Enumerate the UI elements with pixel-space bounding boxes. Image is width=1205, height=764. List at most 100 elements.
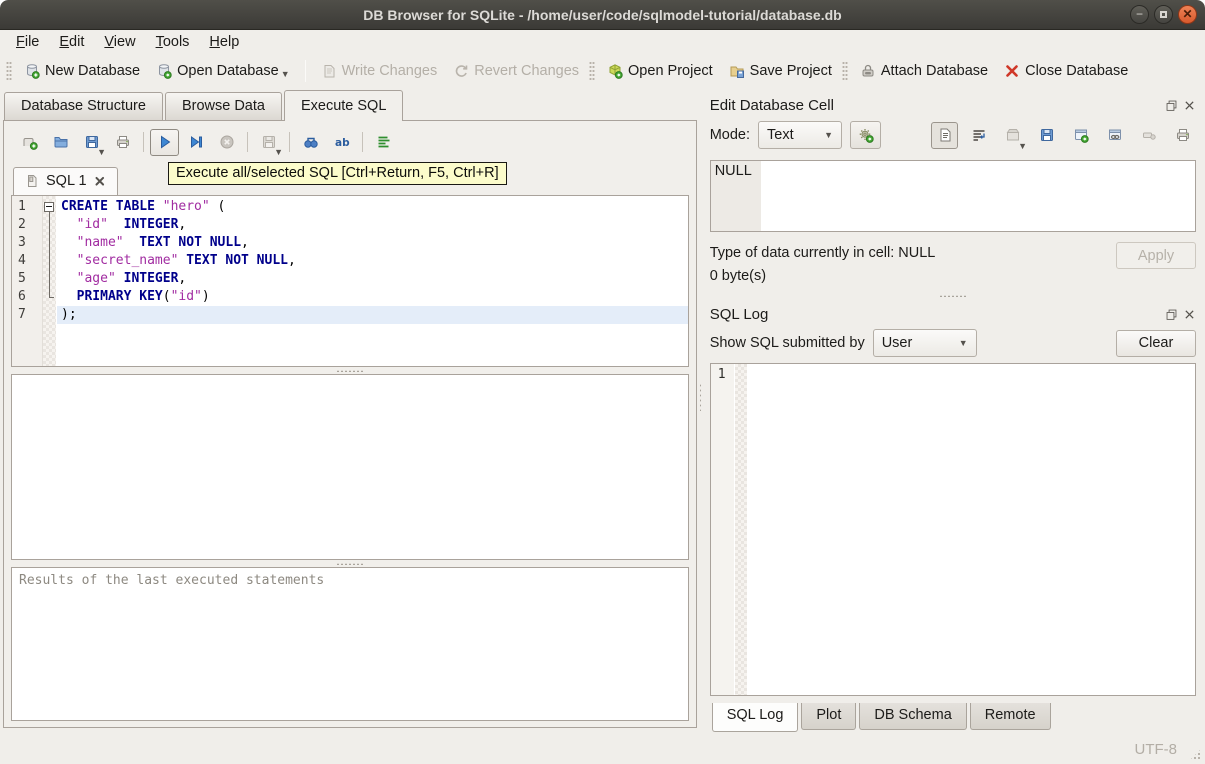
toolbar-grip — [6, 61, 12, 81]
save-results-button: ▼ — [254, 129, 283, 157]
mode-select[interactable]: Text ▼ — [758, 121, 842, 149]
dock-tab-sql-log[interactable]: SQL Log — [711, 703, 799, 732]
open-url-button[interactable] — [1101, 122, 1128, 149]
toolbar-button-label: Revert Changes — [474, 63, 580, 79]
chevron-down-icon: ▼ — [97, 146, 106, 157]
splitter-handle[interactable] — [11, 560, 689, 567]
log-filter-value: User — [881, 335, 913, 351]
results-grid-area — [11, 374, 689, 560]
line-number: 2 — [18, 217, 26, 232]
format-sql-button[interactable] — [369, 129, 398, 156]
cell-editor[interactable]: NULL — [709, 160, 1196, 232]
project-open-icon — [607, 63, 623, 79]
dock-tab-plot[interactable]: Plot — [801, 703, 857, 730]
open-sql-file-button[interactable] — [46, 129, 75, 156]
apply-button[interactable]: Apply — [1116, 242, 1196, 269]
save-project-button[interactable]: Save Project — [721, 59, 840, 83]
print-icon — [115, 134, 131, 150]
code-text[interactable]: "id" INTEGER, — [57, 216, 688, 234]
resize-grip[interactable] — [1189, 748, 1202, 761]
code-text[interactable]: PRIMARY KEY("id") — [57, 288, 688, 306]
dock-splitter[interactable] — [710, 292, 1196, 299]
edit-cell-dock-header: Edit Database Cell — [710, 94, 1196, 116]
code-text[interactable]: "age" INTEGER, — [57, 270, 688, 288]
tab-execute-sql[interactable]: Execute SQL — [283, 90, 404, 121]
sql-log-view[interactable]: 1 — [709, 363, 1196, 696]
log-filter-label: Show SQL submitted by — [709, 335, 865, 351]
code-text[interactable]: "name" TEXT NOT NULL, — [57, 234, 688, 252]
word-wrap-button[interactable] — [965, 122, 992, 149]
doc-text-icon — [937, 127, 953, 143]
export-data-button[interactable] — [1033, 122, 1060, 149]
close-dock-icon[interactable] — [1183, 308, 1196, 321]
print-cell-button[interactable] — [1169, 122, 1196, 149]
fold-margin — [42, 216, 57, 234]
menu-help[interactable]: Help — [199, 32, 249, 52]
sql-toolbar: ▼ ▼ ab — [11, 127, 689, 163]
auto-completion-button[interactable]: ab — [327, 129, 356, 156]
print-icon — [1175, 127, 1191, 143]
dock-tab-remote[interactable]: Remote — [969, 703, 1051, 730]
print-sql-button[interactable] — [108, 129, 137, 156]
fold-margin — [42, 270, 57, 288]
toolbar-separator — [143, 132, 144, 152]
attach-database-button[interactable]: Attach Database — [852, 59, 996, 83]
maximize-button[interactable] — [1154, 5, 1173, 24]
sql-file-tab[interactable]: SQL 1 — [13, 167, 118, 195]
fold-margin — [42, 234, 57, 252]
log-filter-select[interactable]: User ▼ — [872, 329, 977, 357]
execute-current-line-button[interactable] — [181, 129, 210, 156]
new-database-button[interactable]: New Database — [16, 59, 148, 83]
editor-line: 4 "secret_name" TEXT NOT NULL, — [12, 252, 688, 270]
menu-view[interactable]: View — [94, 32, 145, 52]
menu-tools[interactable]: Tools — [146, 32, 200, 52]
dock-tab-bar: SQL Log Plot DB Schema Remote — [710, 703, 1196, 734]
code-text[interactable]: CREATE TABLE "hero" ( — [57, 198, 688, 216]
fold-collapse-icon[interactable] — [44, 202, 54, 212]
apply-data-button[interactable] — [850, 121, 881, 149]
cell-value: NULL — [714, 163, 752, 179]
tab-database-structure[interactable]: Database Structure — [4, 92, 163, 120]
code-text[interactable]: "secret_name" TEXT NOT NULL, — [57, 252, 688, 270]
svg-text:ab: ab — [335, 137, 350, 149]
execute-all-sql-button[interactable] — [150, 128, 179, 156]
encoding-indicator[interactable]: UTF-8 — [1135, 741, 1178, 758]
open-database-button[interactable]: Open Database ▼ — [148, 59, 298, 83]
text-view-mode-button[interactable] — [931, 121, 958, 149]
dock-tab-db-schema[interactable]: DB Schema — [859, 703, 967, 730]
close-dock-icon[interactable] — [1183, 99, 1196, 112]
open-in-external-app-button[interactable] — [1067, 122, 1094, 149]
code-token: "id" — [76, 217, 108, 232]
save-sql-file-button[interactable]: ▼ — [77, 129, 106, 157]
sql-editor[interactable]: 1 CREATE TABLE "hero" (2 "id" INTEGER, 3 "… — [11, 195, 689, 367]
minimize-button[interactable]: − — [1130, 5, 1149, 24]
chevron-down-icon[interactable]: ▼ — [281, 69, 290, 79]
open-project-button[interactable]: Open Project — [599, 59, 721, 83]
menu-edit[interactable]: Edit — [49, 32, 94, 52]
close-tab-icon[interactable] — [93, 174, 107, 188]
code-token: INTEGER — [123, 217, 179, 232]
toolbar-button-label: Open Database — [177, 63, 279, 79]
close-database-button[interactable]: Close Database — [996, 59, 1136, 83]
code-text[interactable]: ); — [57, 306, 688, 324]
toolbar-separator — [247, 132, 248, 152]
chevron-down-icon: ▼ — [824, 130, 833, 140]
float-dock-icon[interactable] — [1165, 99, 1178, 112]
titlebar[interactable]: DB Browser for SQLite - /home/user/code/… — [0, 0, 1205, 30]
close-window-button[interactable]: ✕ — [1178, 5, 1197, 24]
panel-splitter[interactable] — [697, 88, 703, 734]
menu-file[interactable]: File — [6, 32, 49, 52]
splitter-handle[interactable] — [11, 367, 689, 374]
clear-log-button[interactable]: Clear — [1116, 329, 1196, 357]
import-data-button: ▼ — [999, 122, 1027, 151]
tab-browse-data[interactable]: Browse Data — [164, 92, 282, 120]
code-token: , — [287, 253, 296, 268]
float-dock-icon[interactable] — [1165, 308, 1178, 321]
line-number: 4 — [18, 253, 26, 268]
fold-margin[interactable] — [42, 198, 57, 216]
find-button[interactable] — [296, 129, 325, 156]
statusbar: UTF-8 — [0, 734, 1205, 764]
new-sql-tab-button[interactable] — [15, 129, 44, 156]
